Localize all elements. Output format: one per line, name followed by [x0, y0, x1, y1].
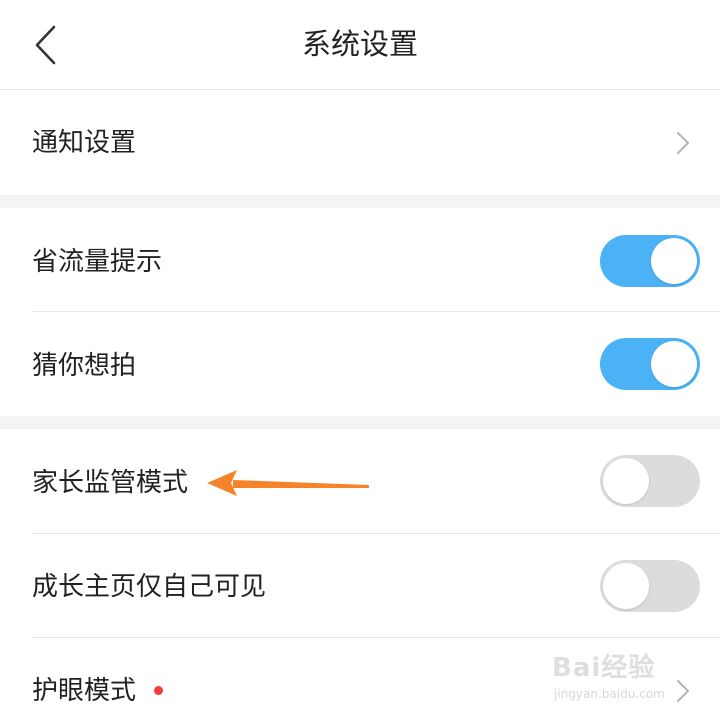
- parental-control-toggle[interactable]: [600, 455, 700, 507]
- settings-row-private-growth-page: 成长主页仅自己可见: [0, 534, 720, 638]
- toggle-knob: [651, 238, 697, 284]
- data-saver-toggle[interactable]: [600, 235, 700, 287]
- row-label-private-growth-page: 成长主页仅自己可见: [32, 572, 267, 602]
- nav-bar: 系统设置: [0, 0, 720, 90]
- private-growth-page-toggle[interactable]: [600, 560, 700, 612]
- row-label-guess-shoot: 猜你想拍: [32, 351, 137, 381]
- watermark-brand: Bai经验: [552, 653, 656, 683]
- row-label-eye-care: 护眼模式: [32, 676, 137, 706]
- row-label-parental-control: 家长监管模式: [32, 468, 189, 498]
- red-dot-badge: [154, 686, 163, 695]
- settings-row-data-saver: 省流量提示: [0, 208, 720, 312]
- guess-shoot-toggle[interactable]: [600, 338, 700, 390]
- settings-row-guess-shoot: 猜你想拍: [0, 312, 720, 416]
- toggle-knob: [603, 458, 649, 504]
- watermark-url: jingyan.baidu.com: [554, 687, 665, 701]
- page-title: 系统设置: [301, 27, 418, 61]
- chevron-right-icon: [673, 128, 693, 158]
- toggle-knob: [651, 341, 697, 387]
- row-label-notifications: 通知设置: [32, 128, 137, 158]
- settings-row-notifications[interactable]: 通知设置: [0, 91, 720, 195]
- baidu-jingyan-watermark: Bai经验 jingyan.baidu.com: [552, 652, 712, 712]
- toggle-knob: [603, 563, 649, 609]
- orange-arrow-left-icon: [205, 466, 370, 500]
- row-label-data-saver: 省流量提示: [32, 247, 163, 277]
- section-gap: [0, 416, 720, 429]
- settings-screen: 系统设置 通知设置 省流量提示 猜你想拍 家长监管模式 成长主页仅自己可见 护眼…: [0, 0, 720, 720]
- section-gap: [0, 195, 720, 208]
